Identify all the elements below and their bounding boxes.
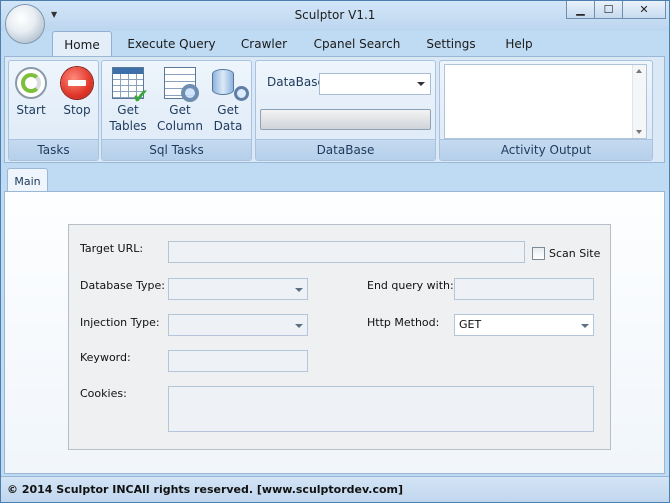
ribbon-panel: Start Stop Tasks Get Tables Get Column G… [4, 56, 665, 163]
close-icon: ✕ [639, 3, 649, 16]
chevron-down-icon [295, 288, 303, 292]
title-bar: ▼ Sculptor V1.1 ▁ ☐ ✕ [1, 1, 669, 31]
column-search-icon [164, 67, 199, 102]
end-query-label: End query with: [367, 279, 454, 292]
database-type-select[interactable] [168, 278, 308, 300]
stop-button[interactable]: Stop [59, 63, 95, 118]
app-window: ▼ Sculptor V1.1 ▁ ☐ ✕ Home Execute Query… [0, 0, 670, 503]
cookies-input[interactable] [168, 386, 594, 432]
window-controls: ▁ ☐ ✕ [566, 1, 666, 19]
group-tasks: Start Stop Tasks [8, 60, 99, 161]
application-orb-button[interactable] [6, 5, 44, 43]
group-sql-tasks-label: Sql Tasks [102, 139, 251, 160]
end-query-input[interactable] [454, 278, 594, 300]
ribbon-tab-bar: Home Execute Query Crawler Cpanel Search… [1, 31, 669, 56]
tab-cpanel-search[interactable]: Cpanel Search [307, 31, 407, 56]
injection-settings-panel: Target URL: Scan Site Database Type: End… [68, 224, 611, 450]
table-check-icon [112, 67, 149, 104]
get-data-label-1: Get [217, 103, 239, 117]
injection-type-select[interactable] [168, 314, 308, 336]
group-activity-output: Activity Output [439, 60, 653, 161]
maximize-button[interactable]: ☐ [594, 1, 623, 19]
http-method-label: Http Method: [367, 316, 440, 329]
cookies-label: Cookies: [80, 387, 127, 400]
scan-site-label: Scan Site [549, 247, 601, 260]
start-button[interactable]: Start [13, 63, 49, 118]
status-text: © 2014 Sculptor INCAll rights reserved. … [7, 483, 404, 496]
database-combo-label: DataBase [267, 75, 325, 89]
chevron-down-icon [417, 82, 425, 86]
get-data-label-2: Data [213, 119, 243, 133]
minimize-icon: ▁ [576, 3, 585, 16]
tab-help[interactable]: Help [495, 31, 543, 56]
tab-home[interactable]: Home [52, 31, 112, 56]
activity-output-scrollbar[interactable] [632, 65, 646, 138]
get-column-label-2: Column [157, 119, 203, 133]
close-button[interactable]: ✕ [622, 1, 666, 19]
tab-main[interactable]: Main [7, 168, 48, 192]
database-search-icon [212, 67, 249, 101]
scan-site-checkbox[interactable] [532, 247, 545, 260]
group-activity-output-label: Activity Output [440, 139, 652, 160]
injection-type-label: Injection Type: [80, 316, 160, 329]
group-tasks-label: Tasks [9, 139, 98, 160]
document-tab-bar: Main [4, 163, 665, 192]
target-url-label: Target URL: [80, 242, 144, 255]
group-sql-tasks: Get Tables Get Column Get Data Sql Tasks [101, 60, 252, 161]
activity-output-textbox[interactable] [444, 64, 647, 139]
scroll-up-icon[interactable] [636, 69, 642, 73]
get-data-button[interactable]: Get Data [210, 63, 249, 134]
minimize-button[interactable]: ▁ [566, 1, 595, 19]
get-tables-button[interactable]: Get Tables [107, 63, 149, 134]
chevron-down-icon [295, 324, 303, 328]
get-column-button[interactable]: Get Column [157, 63, 203, 134]
http-method-select[interactable]: GET [454, 314, 594, 336]
tab-settings[interactable]: Settings [419, 31, 483, 56]
maximize-icon: ☐ [603, 3, 614, 16]
database-progress-bar [260, 109, 431, 130]
target-url-input[interactable] [168, 241, 525, 263]
database-combo[interactable] [319, 73, 431, 95]
group-database: DataBase DataBase [255, 60, 436, 161]
scroll-down-icon[interactable] [636, 130, 642, 134]
stop-label: Stop [63, 103, 91, 117]
status-bar: © 2014 Sculptor INCAll rights reserved. … [1, 476, 669, 502]
tab-execute-query[interactable]: Execute Query [123, 31, 220, 56]
keyword-label: Keyword: [80, 351, 131, 364]
main-content-background: Target URL: Scan Site Database Type: End… [5, 192, 664, 473]
start-icon [15, 67, 47, 99]
tab-crawler[interactable]: Crawler [233, 31, 295, 56]
database-type-label: Database Type: [80, 279, 165, 292]
chevron-down-icon [581, 324, 589, 328]
stop-icon [61, 67, 93, 99]
start-label: Start [16, 103, 46, 117]
group-database-label: DataBase [256, 139, 435, 160]
keyword-input[interactable] [168, 350, 308, 372]
http-method-value: GET [459, 318, 482, 331]
main-content: Target URL: Scan Site Database Type: End… [4, 191, 665, 474]
get-tables-label-2: Tables [109, 119, 147, 133]
get-column-label-1: Get [169, 103, 191, 117]
